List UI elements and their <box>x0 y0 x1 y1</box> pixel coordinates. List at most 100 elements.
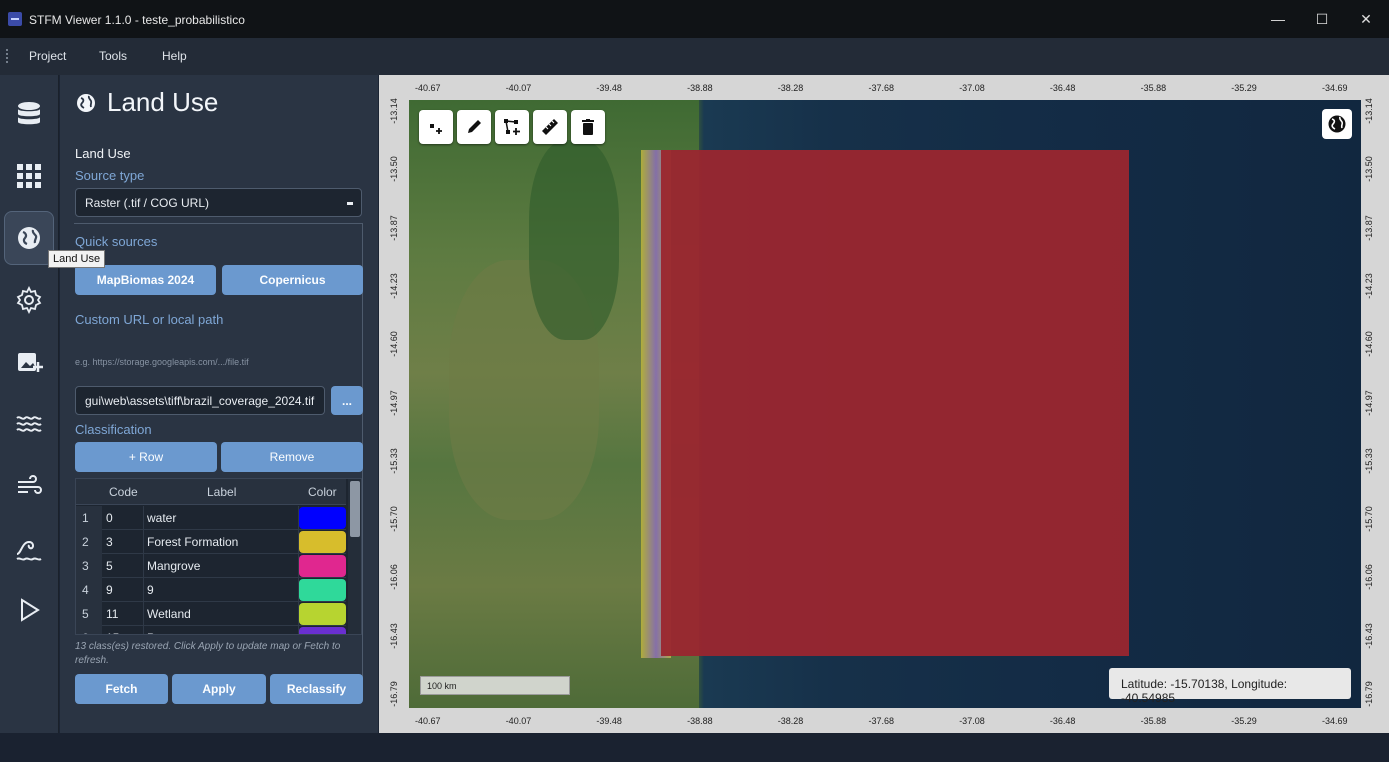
y-axis-tick: -16.06 <box>1364 564 1374 591</box>
measure-button[interactable] <box>533 110 567 144</box>
table-scrollbar[interactable] <box>348 479 361 634</box>
y-axis-tick: -16.79 <box>1364 681 1374 707</box>
table-row[interactable]: 499 <box>76 578 346 602</box>
maximize-button[interactable]: ☐ <box>1302 6 1342 32</box>
source-type-select[interactable]: Raster (.tif / COG URL) <box>75 188 362 217</box>
y-axis-tick: -16.43 <box>1364 622 1374 649</box>
mapbiomas-button[interactable]: MapBiomas 2024 <box>75 265 216 295</box>
color-swatch[interactable] <box>299 603 346 625</box>
section-label: Land Use <box>75 146 131 161</box>
table-row[interactable]: 1 0 water <box>76 506 346 530</box>
wind-icon <box>18 475 42 494</box>
code-cell[interactable]: 3 <box>106 535 113 549</box>
y-axis-tick: -13.87 <box>1364 214 1374 241</box>
color-swatch[interactable] <box>299 531 346 553</box>
x-axis-tick: -39.48 <box>596 716 622 726</box>
color-swatch[interactable] <box>299 627 346 634</box>
classification-table: Code Label Color 1 0 water 2 3 Forest Formati… <box>75 478 362 635</box>
run-button[interactable] <box>4 583 54 637</box>
menu-project[interactable]: Project <box>29 49 66 63</box>
basemap-button[interactable] <box>1322 109 1352 139</box>
x-axis-tick: -38.88 <box>687 83 713 93</box>
row-number: 6 <box>76 626 102 634</box>
color-swatch[interactable] <box>299 555 346 577</box>
label-cell[interactable]: 9 <box>147 583 154 597</box>
remove-button[interactable]: Remove <box>221 442 363 472</box>
custom-url-label: Custom URL or local path <box>75 312 224 327</box>
scrollbar-thumb[interactable] <box>350 481 360 537</box>
minimize-button[interactable]: — <box>1258 6 1298 32</box>
y-axis-tick: -16.43 <box>389 622 399 649</box>
database-button[interactable] <box>4 87 54 141</box>
y-axis-tick: -15.70 <box>1364 506 1374 532</box>
close-button[interactable]: ✕ <box>1346 6 1386 32</box>
code-cell[interactable]: 15 <box>106 631 119 634</box>
waves-icon <box>16 416 42 432</box>
color-swatch[interactable] <box>299 507 346 529</box>
grid-button[interactable] <box>4 149 54 203</box>
table-row[interactable]: 3 5 Mangrove <box>76 554 346 578</box>
y-axis-tick: -14.97 <box>1364 389 1374 416</box>
delete-button[interactable] <box>571 110 605 144</box>
y-axis-tick: -13.87 <box>389 214 399 241</box>
apply-button[interactable]: Apply <box>172 674 266 704</box>
label-cell[interactable]: Past... <box>147 631 181 634</box>
column-code[interactable]: Code <box>109 485 138 499</box>
menu-help[interactable]: Help <box>162 49 187 63</box>
label-cell[interactable]: Mangrove <box>147 559 200 573</box>
table-row[interactable]: 5 11 Wetland <box>76 602 346 626</box>
source-type-label: Source type <box>75 168 145 183</box>
fetch-button[interactable]: Fetch <box>75 674 168 704</box>
browse-button[interactable]: ... <box>331 386 363 415</box>
code-cell[interactable]: 0 <box>106 511 113 525</box>
database-icon <box>18 102 40 125</box>
tooltip: Land Use <box>48 250 106 268</box>
settings-button[interactable] <box>4 273 54 327</box>
code-cell[interactable]: 11 <box>106 607 118 621</box>
cell-divider <box>143 530 144 554</box>
code-cell[interactable]: 5 <box>106 559 113 573</box>
globe-icon <box>77 93 95 112</box>
code-cell[interactable]: 9 <box>106 583 113 597</box>
land-use-button[interactable] <box>4 211 54 265</box>
menu-tools[interactable]: Tools <box>99 49 127 63</box>
point-tool-icon <box>430 124 442 134</box>
y-axis-tick: -13.14 <box>389 98 399 124</box>
menu-bar: Project Tools Help <box>0 38 1389 75</box>
draw-polygon-button[interactable] <box>495 110 529 144</box>
label-cell[interactable]: Forest Formation <box>147 535 238 549</box>
y-axis-tick: -16.06 <box>389 564 399 591</box>
ocean-wave-button[interactable] <box>4 521 54 575</box>
x-axis-tick: -37.08 <box>959 716 985 726</box>
wind-button[interactable] <box>4 459 54 513</box>
cell-divider <box>143 602 144 626</box>
label-cell[interactable]: water <box>147 511 176 525</box>
column-color[interactable]: Color <box>308 485 337 499</box>
waves-button[interactable] <box>4 397 54 451</box>
reclassify-button[interactable]: Reclassify <box>270 674 363 704</box>
x-axis-tick: -35.29 <box>1231 83 1257 93</box>
toolbar-grip[interactable] <box>5 48 9 65</box>
table-row[interactable]: 6 15 Past... <box>76 626 346 634</box>
classification-label: Classification <box>75 422 152 437</box>
add-point-button[interactable] <box>419 110 453 144</box>
path-input[interactable]: gui\web\assets\tiff\brazil_coverage_2024… <box>75 386 325 415</box>
y-axis-tick: -13.50 <box>389 156 399 183</box>
polygon-tool-icon <box>504 119 520 135</box>
label-cell[interactable]: Wetland <box>147 607 191 621</box>
column-label[interactable]: Label <box>207 485 236 499</box>
add-row-button[interactable]: + Row <box>75 442 217 472</box>
table-row[interactable]: 2 3 Forest Formation <box>76 530 346 554</box>
x-axis-tick: -38.88 <box>687 716 713 726</box>
page-title: Land Use <box>107 87 219 117</box>
map-canvas[interactable]: 100 km Latitude: -15.70138, Longitude: -… <box>409 100 1361 708</box>
row-number: 1 <box>76 506 102 530</box>
add-image-button[interactable] <box>4 335 54 389</box>
copernicus-button[interactable]: Copernicus <box>222 265 363 295</box>
draw-line-button[interactable] <box>457 110 491 144</box>
row-number: 3 <box>76 554 102 578</box>
row-number: 4 <box>76 578 102 602</box>
globe-icon <box>18 227 40 249</box>
url-input[interactable]: e.g. https://storage.googleapis.com/.../… <box>75 357 249 367</box>
color-swatch[interactable] <box>299 579 346 601</box>
